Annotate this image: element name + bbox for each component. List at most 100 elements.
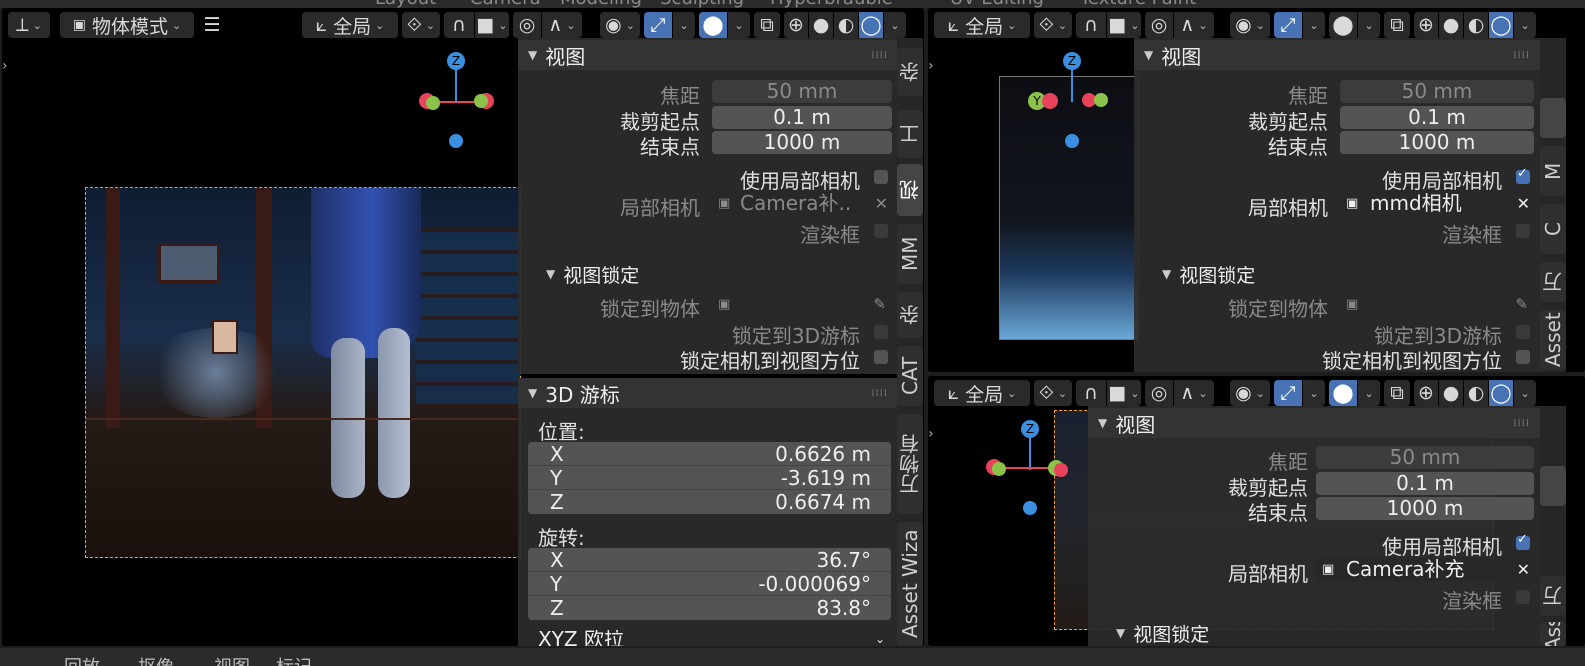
local-camera-field[interactable]: ▣ Camera补充 ✕ [1316, 558, 1534, 581]
visibility-select[interactable]: ◉ ⌄ [1230, 12, 1270, 38]
lock-object-field[interactable]: ▣ ✎ [712, 293, 892, 316]
menu-icon[interactable]: ☰ [198, 12, 226, 38]
viewport-top-right[interactable]: ⟀ 全局 ⌄ ⟐ ⌄ ∩ ■ ⌄ ◎ ∧ ⌄ ◉ ⌄ ⤢ ⌄ ⬤ ⌄ ⧉ ⊕ ● ◐ ◯ … [928, 8, 1585, 372]
wireframe-shading-icon[interactable]: ⊕ [1414, 12, 1438, 38]
navigation-gizmo[interactable]: Z Y [1028, 52, 1118, 152]
location-x-field[interactable]: X 0.6626 m [528, 442, 891, 466]
view-lock-subpanel-header[interactable]: ▼ 视图锁定 [1134, 261, 1540, 287]
xray-icon[interactable]: ⧉ [1384, 12, 1410, 38]
rotation-z-field[interactable]: Z 83.8° [528, 596, 891, 620]
neg-y-axis-icon[interactable] [1094, 93, 1108, 107]
gizmo-icon[interactable]: ⤢ [1274, 380, 1302, 406]
orientation-select[interactable]: ⟀ 全局 ⌄ [934, 12, 1030, 38]
wireframe-shading-icon[interactable]: ⊕ [1414, 380, 1438, 406]
drag-grip-icon[interactable]: ⁞⁞⁞⁞ [871, 388, 888, 399]
shading-select[interactable]: ⌄ [1514, 12, 1536, 38]
gizmo-select[interactable]: ⌄ [1303, 380, 1325, 406]
pivot-select[interactable]: ⟐ ⌄ [1034, 12, 1072, 38]
lock-object-field[interactable]: ▣ ✎ [1340, 293, 1534, 316]
eyedropper-icon[interactable]: ✎ [873, 293, 886, 316]
mode-select[interactable]: ▣ 物体模式 ⌄ [60, 12, 194, 38]
neg-z-axis-icon[interactable] [1065, 134, 1079, 148]
xray-icon[interactable]: ⧉ [1384, 380, 1410, 406]
material-shading-icon[interactable]: ◐ [1464, 12, 1488, 38]
sidebar-tab[interactable]: 杂 [897, 292, 923, 338]
gizmo-select[interactable]: ⌄ [1303, 12, 1325, 38]
eyedropper-icon[interactable]: ✎ [1515, 293, 1528, 316]
lock-cursor-checkbox[interactable] [1516, 325, 1530, 339]
sidebar-tab[interactable]: M [1540, 146, 1566, 196]
overlay-select[interactable]: ⌄ [1358, 12, 1380, 38]
workspace-tab[interactable]: UV Editing [950, 0, 1044, 8]
rendered-shading-icon[interactable]: ◯ [1489, 380, 1513, 406]
sidebar-tab[interactable] [1540, 466, 1566, 506]
gizmo-icon[interactable]: ⤢ [1274, 12, 1302, 38]
orientation-select[interactable]: ⟀ 全局 ⌄ [934, 380, 1030, 406]
expand-toolbar-icon[interactable]: › [2, 58, 8, 74]
view-panel-header[interactable]: ▼ 视图 ⁞⁞⁞⁞ [1088, 408, 1540, 438]
marker-menu[interactable]: 标记 [276, 653, 312, 666]
expand-toolbar-icon[interactable]: › [928, 58, 934, 74]
overlay-select[interactable]: ⌄ [728, 12, 750, 38]
z-axis-icon[interactable]: Z [1063, 52, 1081, 70]
sidebar-tab[interactable]: 万物有 [897, 414, 923, 514]
rotation-mode-select[interactable]: XYZ 欧拉 ⌄ [528, 630, 891, 646]
workspace-tab[interactable]: Modeling [560, 0, 642, 8]
sidebar-tab[interactable]: 工 [897, 110, 923, 158]
view-lock-subpanel-header[interactable]: ▼ 视图锁定 [1088, 621, 1540, 646]
overlay-icon[interactable]: ⬤ [1329, 380, 1357, 406]
snap-target-select[interactable]: ■ ⌄ [475, 12, 509, 38]
workspace-tab[interactable]: Texture Paint [1080, 0, 1196, 8]
xray-icon[interactable]: ⧉ [754, 12, 780, 38]
clip-start-field[interactable]: 0.1 m [1316, 472, 1534, 495]
sidebar-tab[interactable]: Asset [1540, 310, 1566, 370]
proportional-edit-icon[interactable]: ◎ [1145, 380, 1173, 406]
location-z-field[interactable]: Z 0.6674 m [528, 490, 891, 514]
solid-shading-icon[interactable]: ● [1439, 380, 1463, 406]
keying-menu[interactable]: 抠像 [138, 653, 174, 666]
lock-cursor-checkbox[interactable] [874, 325, 888, 339]
snap-icon[interactable]: ∩ [1076, 12, 1106, 38]
gizmo-select[interactable]: ⌄ [673, 12, 695, 38]
clip-end-field[interactable]: 1000 m [1316, 497, 1534, 520]
navigation-gizmo[interactable]: Z [986, 420, 1076, 520]
view-panel-header[interactable]: ▼ 视图 ⁞⁞⁞⁞ [1134, 40, 1540, 70]
rendered-shading-icon[interactable]: ◯ [859, 12, 883, 38]
sidebar-tab[interactable]: MM [897, 224, 923, 284]
shading-select[interactable]: ⌄ [884, 12, 906, 38]
clip-end-field[interactable]: 1000 m [712, 131, 892, 154]
visibility-select[interactable]: ◉ ⌄ [600, 12, 640, 38]
sidebar-tab-view[interactable]: 视 [897, 164, 923, 216]
view-lock-subpanel-header[interactable]: ▼ 视图锁定 [518, 261, 898, 287]
use-local-camera-checkbox[interactable] [1516, 166, 1530, 184]
rotation-x-field[interactable]: X 36.7° [528, 548, 891, 572]
local-camera-field[interactable]: ▣ Camera补.. ✕ [712, 192, 892, 215]
workspace-tab[interactable]: Sculpting [660, 0, 744, 8]
pivot-select[interactable]: ⟐ ⌄ [1034, 380, 1072, 406]
pivot-select[interactable]: ⟐ ⌄ [402, 12, 440, 38]
view-menu[interactable]: 视图 [214, 653, 250, 666]
proportional-edit-icon[interactable]: ◎ [513, 12, 541, 38]
lock-camera-checkbox[interactable] [1516, 350, 1530, 364]
render-border-checkbox[interactable] [1516, 590, 1530, 604]
sidebar-tab[interactable]: 万 [1540, 576, 1566, 616]
local-camera-field[interactable]: ▣ mmd相机 ✕ [1340, 192, 1534, 215]
editor-type-button[interactable]: ⟂ ⌄ [8, 12, 50, 38]
shading-select[interactable]: ⌄ [1514, 380, 1536, 406]
solid-shading-icon[interactable]: ● [1439, 12, 1463, 38]
clear-icon[interactable]: ✕ [1517, 558, 1530, 581]
use-local-camera-checkbox[interactable] [1516, 532, 1530, 550]
overlay-select[interactable]: ⌄ [1358, 380, 1380, 406]
sidebar-tab[interactable]: Ass [1540, 622, 1566, 646]
navigation-gizmo[interactable]: Z [412, 52, 502, 152]
material-shading-icon[interactable]: ◐ [1464, 380, 1488, 406]
overlay-icon[interactable]: ⬤ [699, 12, 727, 38]
z-axis-icon[interactable]: Z [447, 52, 465, 70]
render-border-checkbox[interactable] [874, 224, 888, 238]
falloff-select[interactable]: ∧ ⌄ [1174, 12, 1214, 38]
workspace-tab[interactable]: Hyperbrauble [770, 0, 893, 8]
y-axis-icon[interactable] [426, 96, 440, 110]
z-axis-icon[interactable]: Z [1021, 420, 1039, 438]
sidebar-tab[interactable]: 杂 [897, 48, 923, 96]
rotation-y-field[interactable]: Y -0.000069° [528, 572, 891, 596]
